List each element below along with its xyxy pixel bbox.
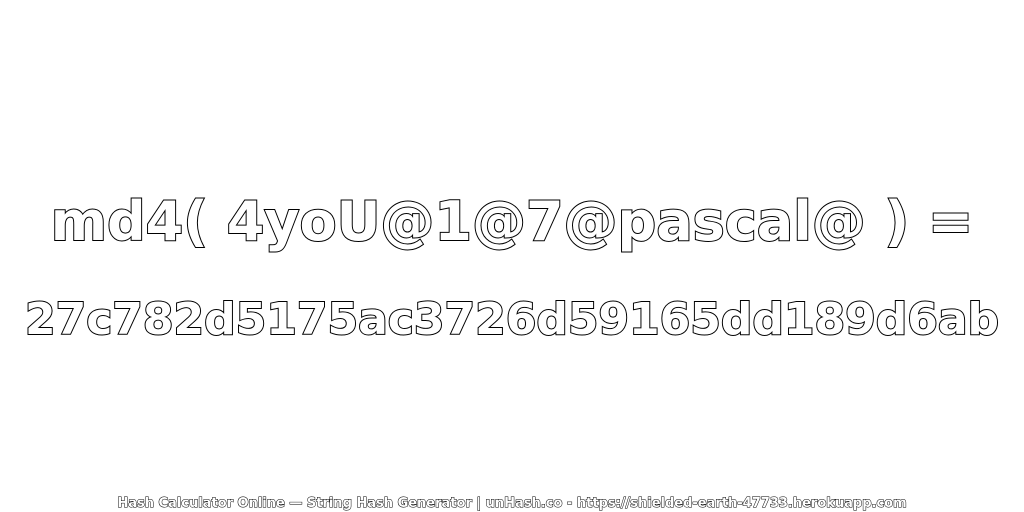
hash-value: 27c782d5175ac3726d59165dd189d6ab <box>24 293 1000 346</box>
hash-expression: md4( 4yoU@1@7@pascal@ ) = <box>50 189 975 254</box>
footer-caption: Hash Calculator Online — String Hash Gen… <box>117 496 907 512</box>
